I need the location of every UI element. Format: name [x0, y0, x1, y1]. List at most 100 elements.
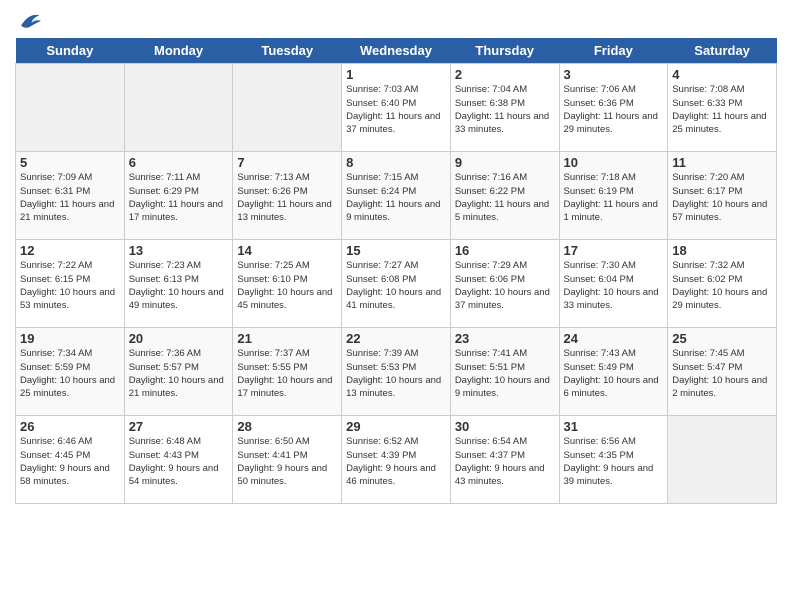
week-row-3: 12Sunrise: 7:22 AM Sunset: 6:15 PM Dayli… — [16, 240, 777, 328]
day-number: 22 — [346, 331, 446, 346]
day-info: Sunrise: 7:20 AM Sunset: 6:17 PM Dayligh… — [672, 171, 772, 224]
calendar-cell: 27Sunrise: 6:48 AM Sunset: 4:43 PM Dayli… — [124, 416, 233, 504]
header-row: SundayMondayTuesdayWednesdayThursdayFrid… — [16, 38, 777, 64]
day-header-wednesday: Wednesday — [342, 38, 451, 64]
calendar-cell — [124, 64, 233, 152]
calendar-cell: 3Sunrise: 7:06 AM Sunset: 6:36 PM Daylig… — [559, 64, 668, 152]
day-info: Sunrise: 7:06 AM Sunset: 6:36 PM Dayligh… — [564, 83, 664, 136]
day-info: Sunrise: 6:56 AM Sunset: 4:35 PM Dayligh… — [564, 435, 664, 488]
logo-block — [15, 10, 41, 30]
calendar-cell: 20Sunrise: 7:36 AM Sunset: 5:57 PM Dayli… — [124, 328, 233, 416]
calendar-cell: 2Sunrise: 7:04 AM Sunset: 6:38 PM Daylig… — [450, 64, 559, 152]
day-info: Sunrise: 7:32 AM Sunset: 6:02 PM Dayligh… — [672, 259, 772, 312]
calendar-cell: 25Sunrise: 7:45 AM Sunset: 5:47 PM Dayli… — [668, 328, 777, 416]
day-number: 2 — [455, 67, 555, 82]
calendar-cell: 8Sunrise: 7:15 AM Sunset: 6:24 PM Daylig… — [342, 152, 451, 240]
day-header-tuesday: Tuesday — [233, 38, 342, 64]
day-number: 13 — [129, 243, 229, 258]
day-info: Sunrise: 7:30 AM Sunset: 6:04 PM Dayligh… — [564, 259, 664, 312]
day-header-saturday: Saturday — [668, 38, 777, 64]
week-row-4: 19Sunrise: 7:34 AM Sunset: 5:59 PM Dayli… — [16, 328, 777, 416]
calendar-cell: 11Sunrise: 7:20 AM Sunset: 6:17 PM Dayli… — [668, 152, 777, 240]
calendar-cell: 13Sunrise: 7:23 AM Sunset: 6:13 PM Dayli… — [124, 240, 233, 328]
day-info: Sunrise: 7:45 AM Sunset: 5:47 PM Dayligh… — [672, 347, 772, 400]
day-number: 24 — [564, 331, 664, 346]
day-info: Sunrise: 7:41 AM Sunset: 5:51 PM Dayligh… — [455, 347, 555, 400]
day-info: Sunrise: 7:16 AM Sunset: 6:22 PM Dayligh… — [455, 171, 555, 224]
day-number: 26 — [20, 419, 120, 434]
calendar-cell — [16, 64, 125, 152]
day-number: 3 — [564, 67, 664, 82]
day-number: 18 — [672, 243, 772, 258]
day-number: 6 — [129, 155, 229, 170]
day-info: Sunrise: 7:15 AM Sunset: 6:24 PM Dayligh… — [346, 171, 446, 224]
day-info: Sunrise: 7:13 AM Sunset: 6:26 PM Dayligh… — [237, 171, 337, 224]
day-number: 16 — [455, 243, 555, 258]
day-info: Sunrise: 7:03 AM Sunset: 6:40 PM Dayligh… — [346, 83, 446, 136]
day-header-sunday: Sunday — [16, 38, 125, 64]
day-number: 19 — [20, 331, 120, 346]
day-number: 12 — [20, 243, 120, 258]
day-header-friday: Friday — [559, 38, 668, 64]
calendar-cell — [668, 416, 777, 504]
day-info: Sunrise: 6:46 AM Sunset: 4:45 PM Dayligh… — [20, 435, 120, 488]
day-info: Sunrise: 7:23 AM Sunset: 6:13 PM Dayligh… — [129, 259, 229, 312]
day-info: Sunrise: 7:29 AM Sunset: 6:06 PM Dayligh… — [455, 259, 555, 312]
calendar-cell — [233, 64, 342, 152]
day-info: Sunrise: 7:43 AM Sunset: 5:49 PM Dayligh… — [564, 347, 664, 400]
day-number: 20 — [129, 331, 229, 346]
calendar-cell: 12Sunrise: 7:22 AM Sunset: 6:15 PM Dayli… — [16, 240, 125, 328]
day-header-monday: Monday — [124, 38, 233, 64]
day-info: Sunrise: 7:09 AM Sunset: 6:31 PM Dayligh… — [20, 171, 120, 224]
calendar-cell: 30Sunrise: 6:54 AM Sunset: 4:37 PM Dayli… — [450, 416, 559, 504]
week-row-5: 26Sunrise: 6:46 AM Sunset: 4:45 PM Dayli… — [16, 416, 777, 504]
day-number: 17 — [564, 243, 664, 258]
day-info: Sunrise: 7:39 AM Sunset: 5:53 PM Dayligh… — [346, 347, 446, 400]
day-number: 9 — [455, 155, 555, 170]
week-row-1: 1Sunrise: 7:03 AM Sunset: 6:40 PM Daylig… — [16, 64, 777, 152]
day-info: Sunrise: 7:25 AM Sunset: 6:10 PM Dayligh… — [237, 259, 337, 312]
calendar-cell: 7Sunrise: 7:13 AM Sunset: 6:26 PM Daylig… — [233, 152, 342, 240]
calendar-cell: 4Sunrise: 7:08 AM Sunset: 6:33 PM Daylig… — [668, 64, 777, 152]
day-header-thursday: Thursday — [450, 38, 559, 64]
day-number: 23 — [455, 331, 555, 346]
calendar-cell: 15Sunrise: 7:27 AM Sunset: 6:08 PM Dayli… — [342, 240, 451, 328]
day-number: 1 — [346, 67, 446, 82]
calendar-cell: 17Sunrise: 7:30 AM Sunset: 6:04 PM Dayli… — [559, 240, 668, 328]
day-number: 31 — [564, 419, 664, 434]
calendar-cell: 16Sunrise: 7:29 AM Sunset: 6:06 PM Dayli… — [450, 240, 559, 328]
logo-bird-icon — [17, 10, 41, 30]
day-info: Sunrise: 6:50 AM Sunset: 4:41 PM Dayligh… — [237, 435, 337, 488]
calendar-cell: 31Sunrise: 6:56 AM Sunset: 4:35 PM Dayli… — [559, 416, 668, 504]
logo — [15, 10, 41, 30]
day-info: Sunrise: 7:36 AM Sunset: 5:57 PM Dayligh… — [129, 347, 229, 400]
calendar-container: SundayMondayTuesdayWednesdayThursdayFrid… — [0, 0, 792, 514]
calendar-cell: 18Sunrise: 7:32 AM Sunset: 6:02 PM Dayli… — [668, 240, 777, 328]
day-number: 14 — [237, 243, 337, 258]
day-info: Sunrise: 7:37 AM Sunset: 5:55 PM Dayligh… — [237, 347, 337, 400]
day-info: Sunrise: 7:22 AM Sunset: 6:15 PM Dayligh… — [20, 259, 120, 312]
calendar-table: SundayMondayTuesdayWednesdayThursdayFrid… — [15, 38, 777, 504]
day-info: Sunrise: 6:48 AM Sunset: 4:43 PM Dayligh… — [129, 435, 229, 488]
calendar-cell: 19Sunrise: 7:34 AM Sunset: 5:59 PM Dayli… — [16, 328, 125, 416]
calendar-cell: 10Sunrise: 7:18 AM Sunset: 6:19 PM Dayli… — [559, 152, 668, 240]
calendar-cell: 22Sunrise: 7:39 AM Sunset: 5:53 PM Dayli… — [342, 328, 451, 416]
day-number: 11 — [672, 155, 772, 170]
day-number: 21 — [237, 331, 337, 346]
calendar-cell: 1Sunrise: 7:03 AM Sunset: 6:40 PM Daylig… — [342, 64, 451, 152]
calendar-cell: 23Sunrise: 7:41 AM Sunset: 5:51 PM Dayli… — [450, 328, 559, 416]
day-number: 4 — [672, 67, 772, 82]
calendar-cell: 28Sunrise: 6:50 AM Sunset: 4:41 PM Dayli… — [233, 416, 342, 504]
calendar-cell: 24Sunrise: 7:43 AM Sunset: 5:49 PM Dayli… — [559, 328, 668, 416]
day-number: 29 — [346, 419, 446, 434]
day-info: Sunrise: 7:27 AM Sunset: 6:08 PM Dayligh… — [346, 259, 446, 312]
day-info: Sunrise: 7:34 AM Sunset: 5:59 PM Dayligh… — [20, 347, 120, 400]
day-number: 8 — [346, 155, 446, 170]
day-info: Sunrise: 7:04 AM Sunset: 6:38 PM Dayligh… — [455, 83, 555, 136]
calendar-cell: 26Sunrise: 6:46 AM Sunset: 4:45 PM Dayli… — [16, 416, 125, 504]
day-number: 30 — [455, 419, 555, 434]
day-info: Sunrise: 6:52 AM Sunset: 4:39 PM Dayligh… — [346, 435, 446, 488]
day-number: 5 — [20, 155, 120, 170]
calendar-cell: 9Sunrise: 7:16 AM Sunset: 6:22 PM Daylig… — [450, 152, 559, 240]
day-info: Sunrise: 6:54 AM Sunset: 4:37 PM Dayligh… — [455, 435, 555, 488]
